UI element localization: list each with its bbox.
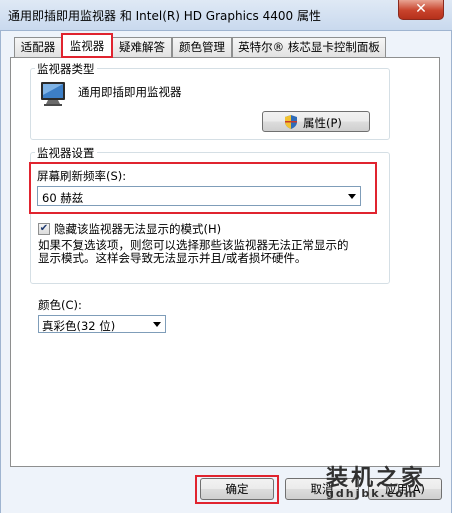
- close-button[interactable]: ✕: [398, 0, 444, 20]
- window-title: 通用即插即用监视器 和 Intel(R) HD Graphics 4400 属性: [8, 9, 321, 23]
- description-line-2: 显示模式。这样会导致无法显示并且/或者损坏硬件。: [38, 251, 307, 265]
- tab-adapter[interactable]: 适配器: [14, 37, 62, 57]
- tab-highlight-box: [61, 33, 113, 58]
- hide-modes-label[interactable]: 隐藏该监视器无法显示的模式(H): [54, 221, 221, 237]
- tab-color-management[interactable]: 颜色管理: [172, 37, 232, 57]
- properties-button[interactable]: 属性(P): [262, 111, 370, 132]
- uac-shield-icon: [285, 115, 297, 132]
- tab-troubleshoot[interactable]: 疑难解答: [112, 37, 172, 57]
- chevron-down-icon: [153, 322, 161, 327]
- color-select[interactable]: 真彩色(32 位): [38, 315, 166, 333]
- watermark-url: gdhjbk.com: [326, 487, 419, 500]
- checkmark-icon: ✔: [39, 223, 49, 234]
- color-label: 颜色(C):: [38, 298, 82, 312]
- color-value: 真彩色(32 位): [42, 319, 116, 333]
- properties-button-label: 属性(P): [303, 116, 342, 130]
- refresh-rate-highlight-box: [29, 162, 377, 214]
- ok-highlight-box: [195, 475, 279, 504]
- monitor-name: 通用即插即用监视器: [78, 85, 182, 99]
- monitor-settings-label: 监视器设置: [35, 145, 97, 161]
- monitor-type-label: 监视器类型: [35, 61, 97, 77]
- hide-modes-checkbox[interactable]: ✔: [38, 223, 50, 235]
- tab-intel-control-panel[interactable]: 英特尔® 核芯显卡控制面板: [232, 37, 386, 57]
- monitor-icon: [38, 80, 68, 110]
